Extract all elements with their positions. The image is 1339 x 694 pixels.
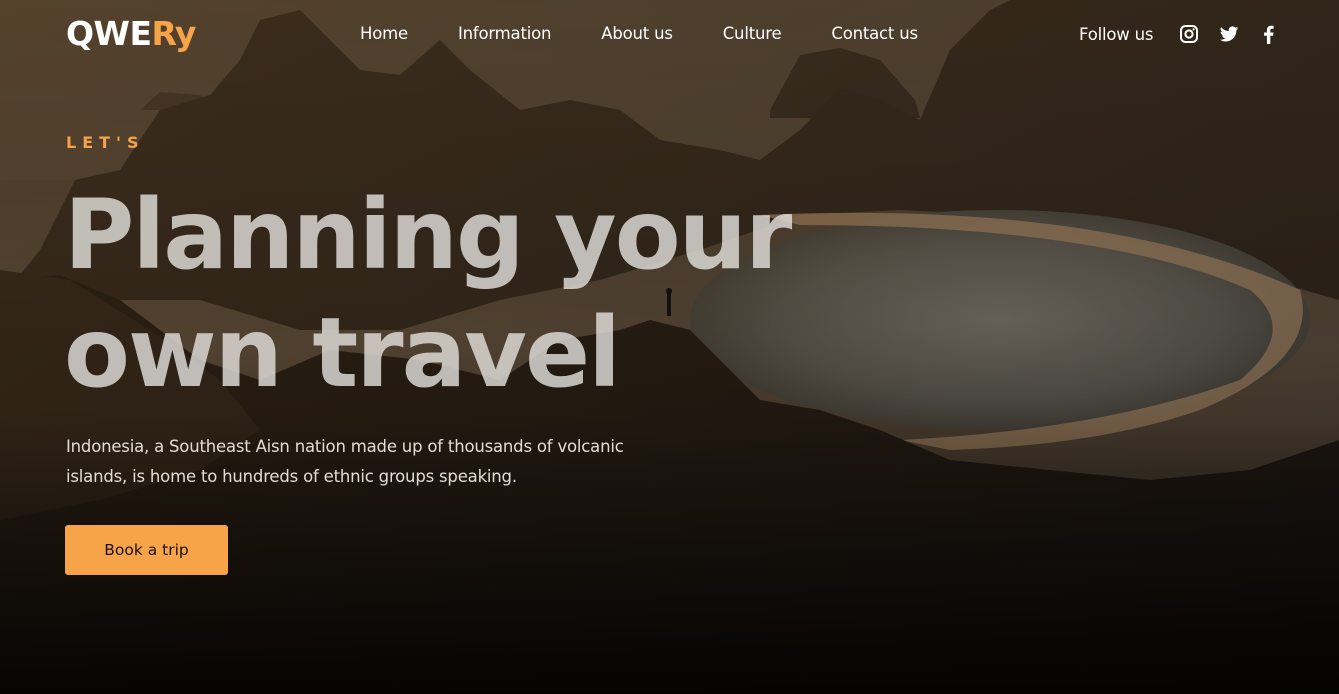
nav-information[interactable]: Information [458, 24, 552, 43]
brand-logo-part1: QWE [66, 14, 152, 53]
nav-contact-us[interactable]: Contact us [831, 24, 918, 43]
book-trip-button[interactable]: Book a trip [65, 525, 228, 575]
facebook-icon[interactable] [1259, 24, 1279, 44]
nav-about-us[interactable]: About us [601, 24, 673, 43]
hero-title-line2: own travel [64, 297, 621, 409]
hero-title-line1: Planning your [64, 179, 792, 291]
nav-culture[interactable]: Culture [723, 24, 782, 43]
follow-us-label: Follow us [1079, 24, 1154, 44]
hero-description: Indonesia, a Southeast Aisn nation made … [66, 437, 624, 486]
site-header: QWERy Home Information About us Culture … [0, 0, 1339, 70]
social-links: Follow us [1079, 24, 1299, 44]
main-nav: Home Information About us Culture Contac… [360, 24, 968, 43]
brand-logo[interactable]: QWERy [66, 14, 196, 53]
hero-title: Planning your own travel [64, 176, 824, 412]
hero-eyebrow: LET'S [66, 133, 145, 152]
instagram-icon[interactable] [1179, 24, 1199, 44]
twitter-icon[interactable] [1219, 24, 1239, 44]
nav-home[interactable]: Home [360, 24, 408, 43]
brand-logo-part2: Ry [151, 14, 197, 53]
